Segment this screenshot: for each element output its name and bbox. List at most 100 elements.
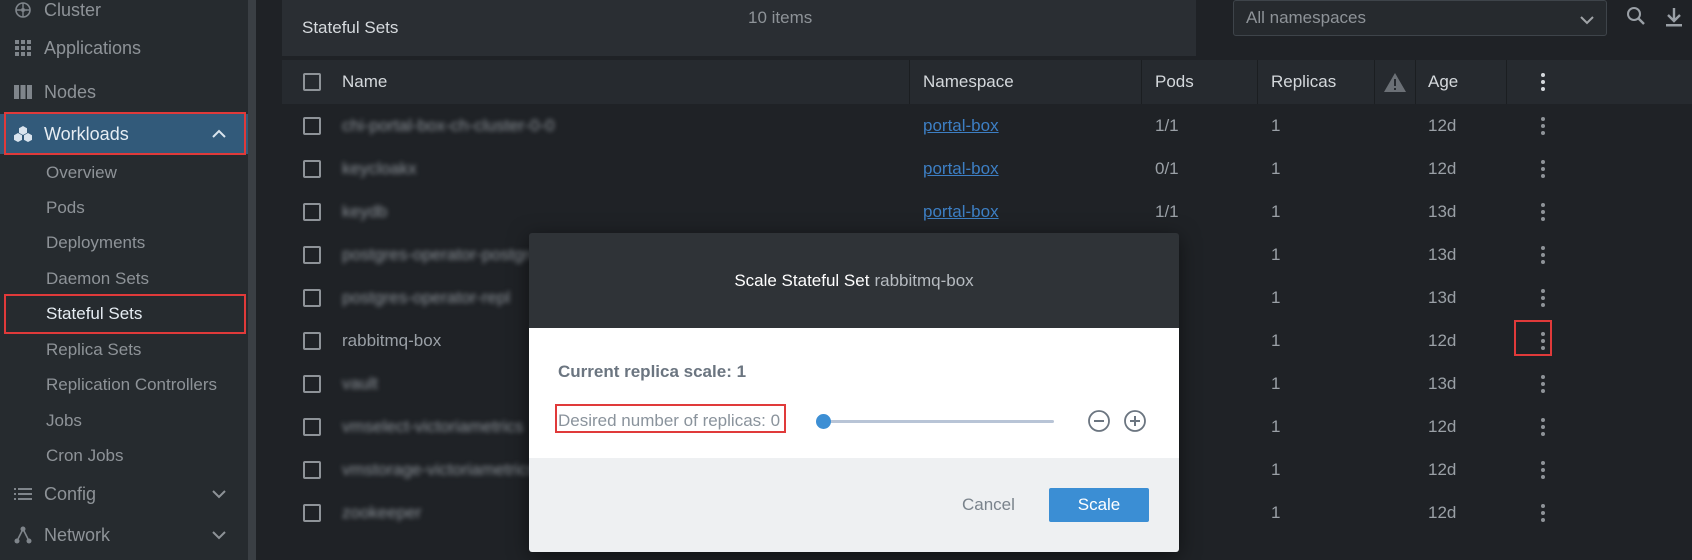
sidebar-item-config[interactable]: Config [0, 476, 248, 512]
table-row[interactable]: chi-portal-box-ch-cluster-0-0 portal-box 1… [282, 104, 1692, 147]
column-replicas[interactable]: Replicas [1271, 60, 1336, 104]
dialog-body: Current replica scale: 1 Desired number … [529, 328, 1179, 458]
column-divider [1506, 60, 1507, 104]
table-header: Name Namespace Pods Replicas Age [282, 60, 1692, 104]
column-divider [1415, 60, 1416, 104]
row-namespace[interactable]: portal-box [923, 190, 999, 233]
column-namespace[interactable]: Namespace [923, 60, 1014, 104]
sidebar-subitem-replication-controllers[interactable]: Replication Controllers [0, 369, 248, 401]
item-count: 10 items [748, 8, 813, 27]
sidebar-subitem-pods[interactable]: Pods [0, 192, 248, 224]
row-age: 12d [1428, 330, 1457, 350]
sidebar-item-nodes[interactable]: Nodes [0, 74, 248, 110]
select-all-checkbox[interactable] [303, 60, 321, 104]
namespace-select[interactable]: All namespaces [1233, 0, 1607, 36]
row-age: 12d [1428, 115, 1457, 135]
search-icon[interactable] [1626, 6, 1648, 28]
column-divider [1374, 60, 1375, 104]
decrease-replicas-button[interactable] [1087, 409, 1111, 433]
row-checkbox[interactable] [303, 233, 321, 276]
row-name[interactable]: vmselect-victoriametrics [342, 405, 523, 448]
row-checkbox[interactable] [303, 491, 321, 534]
row-age: 12d [1428, 416, 1457, 436]
row-menu-icon[interactable] [1533, 448, 1553, 491]
row-menu-icon[interactable] [1533, 233, 1553, 276]
row-age: 13d [1428, 244, 1457, 264]
row-age: 12d [1428, 459, 1457, 479]
column-pods[interactable]: Pods [1155, 60, 1194, 104]
table-row[interactable]: keycloakx portal-box 0/1 1 12d [282, 147, 1692, 190]
row-name[interactable]: rabbitmq-box [342, 319, 441, 362]
row-name[interactable]: postgres-operator-repl [342, 276, 510, 319]
row-checkbox[interactable] [303, 448, 321, 491]
row-name[interactable]: zookeeper [342, 491, 421, 534]
column-menu-icon[interactable] [1533, 60, 1553, 104]
column-name[interactable]: Name [342, 60, 387, 104]
row-replicas: 1 [1271, 244, 1281, 264]
namespace-link[interactable]: portal-box [923, 159, 999, 179]
row-menu-icon[interactable] [1533, 104, 1553, 147]
row-name[interactable]: keycloakx [342, 147, 417, 190]
sidebar-subitem-deployments[interactable]: Deployments [0, 227, 248, 259]
sidebar-item-cluster[interactable]: Cluster [0, 0, 248, 28]
replicas-slider-thumb[interactable] [816, 414, 831, 429]
row-pods: 1/1 [1155, 201, 1179, 221]
row-checkbox[interactable] [303, 147, 321, 190]
sidebar-scrollbar[interactable] [248, 0, 256, 560]
row-replicas: 1 [1271, 459, 1281, 479]
row-namespace[interactable]: portal-box [923, 147, 999, 190]
row-replicas: 1 [1271, 330, 1281, 350]
row-menu-icon[interactable] [1533, 190, 1553, 233]
row-name[interactable]: keydb [342, 190, 387, 233]
dialog-footer: Cancel Scale [529, 458, 1179, 552]
increase-replicas-button[interactable] [1123, 409, 1147, 433]
scale-dialog: Scale Stateful Set rabbitmq-box Current … [529, 233, 1179, 552]
namespace-link[interactable]: portal-box [923, 202, 999, 222]
row-menu-icon[interactable] [1533, 405, 1553, 448]
download-icon[interactable] [1664, 6, 1686, 28]
sidebar-item-label: Nodes [44, 81, 97, 102]
page-title-text: Stateful Sets [302, 18, 399, 37]
row-age: 12d [1428, 158, 1457, 178]
desired-replicas-label: Desired number of replicas: 0 [558, 411, 781, 430]
sidebar: Cluster Applications Nodes Workloads Ove… [0, 0, 248, 560]
sidebar-subitem-overview[interactable]: Overview [0, 157, 248, 189]
row-name[interactable]: vault [342, 362, 378, 405]
sidebar-subitem-jobs[interactable]: Jobs [0, 405, 248, 437]
row-checkbox[interactable] [303, 319, 321, 362]
replicas-slider-track[interactable] [822, 420, 1054, 423]
row-menu-icon[interactable] [1533, 319, 1553, 362]
sidebar-subitem-replica-sets[interactable]: Replica Sets [0, 334, 248, 366]
row-replicas: 1 [1271, 158, 1281, 178]
row-name[interactable]: vmstorage-victoriametrics [342, 448, 536, 491]
row-namespace[interactable]: portal-box [923, 104, 999, 147]
sidebar-item-network[interactable]: Network [0, 517, 248, 553]
row-menu-icon[interactable] [1533, 491, 1553, 534]
row-age: 13d [1428, 201, 1457, 221]
scale-button[interactable]: Scale [1049, 488, 1149, 522]
sidebar-subitem-daemon-sets[interactable]: Daemon Sets [0, 263, 248, 295]
row-replicas: 1 [1271, 373, 1281, 393]
row-menu-icon[interactable] [1533, 147, 1553, 190]
column-divider [1257, 60, 1258, 104]
sidebar-item-workloads[interactable]: Workloads [0, 114, 248, 154]
row-checkbox[interactable] [303, 405, 321, 448]
row-menu-icon[interactable] [1533, 276, 1553, 319]
chevron-down-icon [212, 527, 226, 543]
row-checkbox[interactable] [303, 104, 321, 147]
row-age: 13d [1428, 287, 1457, 307]
sidebar-subitem-cron-jobs[interactable]: Cron Jobs [0, 440, 248, 472]
sidebar-item-applications[interactable]: Applications [0, 30, 248, 66]
row-name[interactable]: postgres-operator-postgres [342, 233, 547, 276]
row-checkbox[interactable] [303, 190, 321, 233]
row-checkbox[interactable] [303, 276, 321, 319]
namespace-link[interactable]: portal-box [923, 116, 999, 136]
row-checkbox[interactable] [303, 362, 321, 405]
table-row[interactable]: keydb portal-box 1/1 1 13d [282, 190, 1692, 233]
sidebar-subitem-stateful-sets[interactable]: Stateful Sets [0, 298, 248, 330]
column-age[interactable]: Age [1428, 60, 1458, 104]
row-name[interactable]: chi-portal-box-ch-cluster-0-0 [342, 104, 555, 147]
warning-icon[interactable] [1383, 60, 1407, 104]
cancel-button[interactable]: Cancel [962, 488, 1015, 522]
row-menu-icon[interactable] [1533, 362, 1553, 405]
